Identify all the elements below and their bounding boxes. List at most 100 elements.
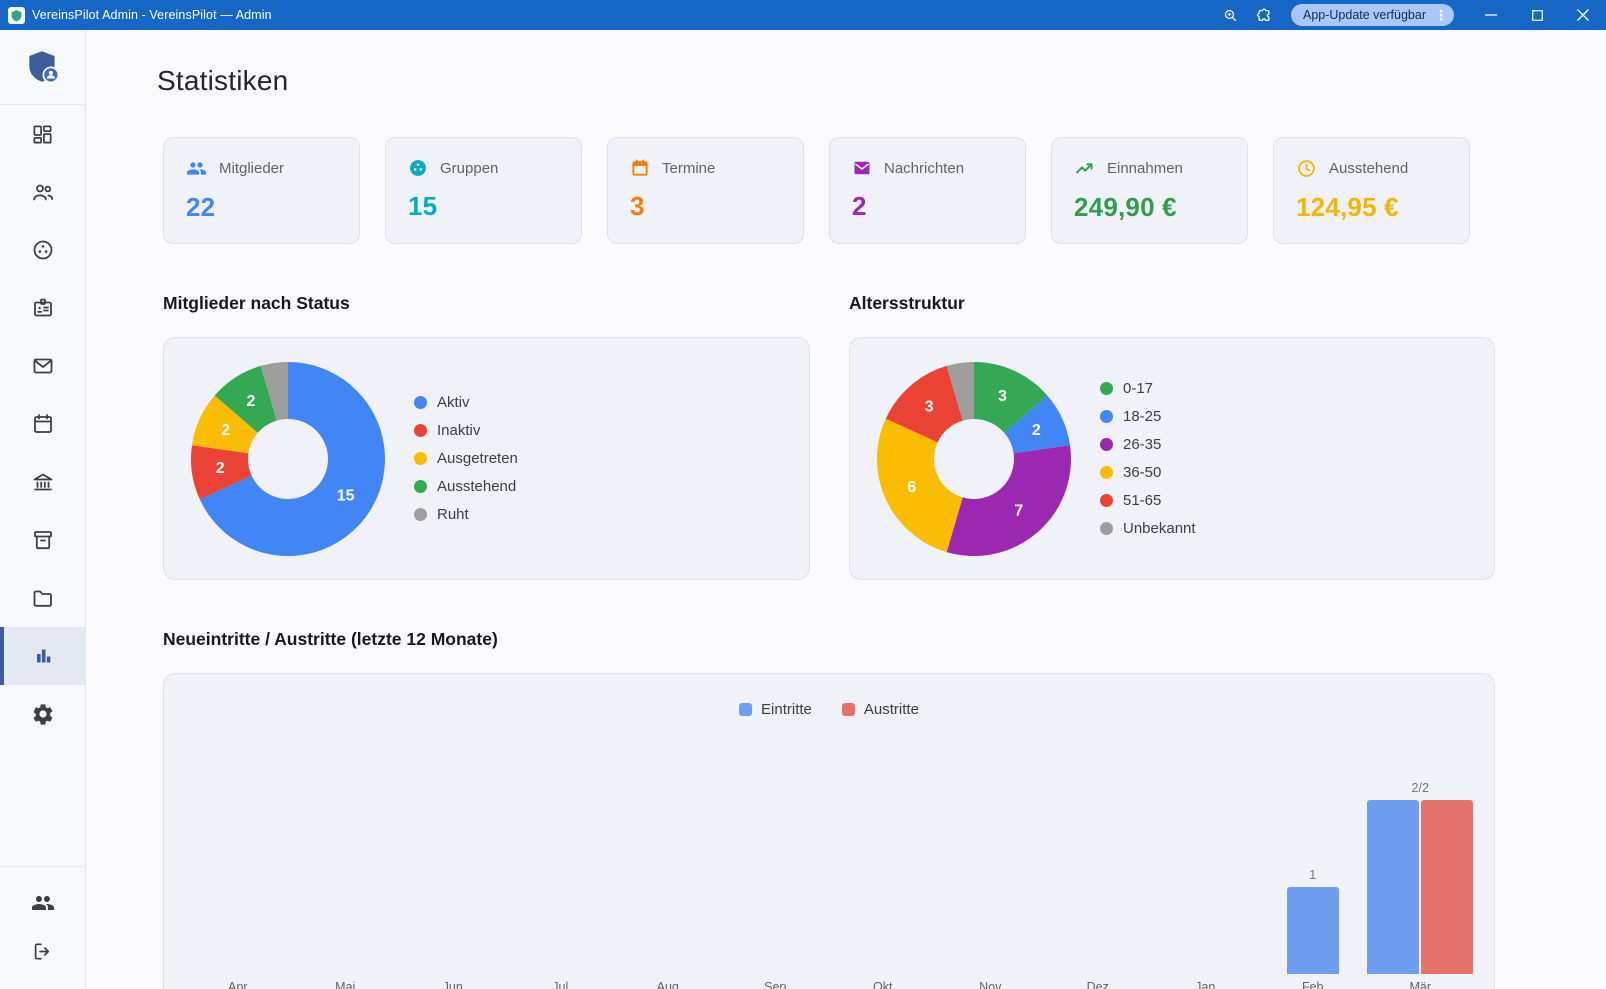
stat-card-label: Mitglieder <box>219 160 284 177</box>
finances-icon <box>31 470 55 494</box>
bar-eintritte-mär[interactable] <box>1367 800 1419 974</box>
entries-exits-chart-card: EintritteAustritte 12/2 AprMaiJunJulAugS… <box>163 673 1495 989</box>
stat-card-label: Termine <box>662 160 715 177</box>
legend-label: Ausgetreten <box>437 450 518 467</box>
legend-item-eintritte[interactable]: Eintritte <box>739 700 812 718</box>
donut-slice-26-35[interactable] <box>947 445 1071 556</box>
x-axis-label: Jul <box>507 980 615 989</box>
legend-label: Aktiv <box>437 394 470 411</box>
status-donut-chart: 15222 <box>188 359 388 559</box>
legend-item-18-25[interactable]: 18-25 <box>1100 403 1196 431</box>
stat-card-nachrichten: Nachrichten2 <box>829 137 1026 244</box>
app-icon <box>8 7 25 24</box>
bar-group-okt <box>829 720 937 974</box>
sidebar-item-settings[interactable] <box>0 685 85 743</box>
sidebar-item-finances[interactable] <box>0 453 85 511</box>
legend-item-ruht[interactable]: Ruht <box>414 501 518 529</box>
legend-label: Unbekannt <box>1123 520 1196 537</box>
zoom-icon[interactable] <box>1213 0 1247 30</box>
sidebar-item-archive[interactable] <box>0 511 85 569</box>
legend-label: 36-50 <box>1123 464 1161 481</box>
legend-item-51-65[interactable]: 51-65 <box>1100 487 1196 515</box>
legend-label: Ruht <box>437 506 469 523</box>
app-update-button[interactable]: App-Update verfügbar ⋮ <box>1291 4 1454 26</box>
bar-value-label: 1 <box>1259 868 1367 882</box>
archive-icon <box>31 528 55 552</box>
stat-card-value: 22 <box>186 192 337 223</box>
legend-dot-icon <box>414 508 427 521</box>
legend-label: 51-65 <box>1123 492 1161 509</box>
settings-icon <box>31 702 55 726</box>
close-button[interactable] <box>1560 0 1606 30</box>
sidebar-item-messages[interactable] <box>0 337 85 395</box>
status-chart-legend: Aktiv Inaktiv Ausgetreten Ausstehend Ruht <box>414 389 518 529</box>
bar-group-sep <box>722 720 830 974</box>
membership-card-icon <box>31 296 55 320</box>
sidebar-item-documents[interactable] <box>0 569 85 627</box>
donut-value-label: 15 <box>337 487 355 504</box>
x-axis-label: Aug <box>614 980 722 989</box>
clock-icon <box>1296 158 1317 179</box>
legend-item-inaktiv[interactable]: Inaktiv <box>414 417 518 445</box>
sidebar-item-calendar[interactable] <box>0 395 85 453</box>
documents-icon <box>31 586 55 610</box>
entries-exits-title: Neueintritte / Austritte (letzte 12 Mona… <box>163 629 1495 650</box>
x-axis-label: Apr <box>184 980 292 989</box>
sidebar-item-members[interactable] <box>0 163 85 221</box>
trending-up-icon <box>1074 158 1095 179</box>
legend-item-0-17[interactable]: 0-17 <box>1100 375 1196 403</box>
app-update-label: App-Update verfügbar <box>1303 8 1426 22</box>
bar-value-label: 2/2 <box>1367 781 1475 795</box>
status-chart-section: Mitglieder nach Status 15222 AktivInakti… <box>163 293 810 580</box>
sidebar-item-logout[interactable] <box>0 927 85 975</box>
legend-square-icon <box>739 703 752 716</box>
bar-group-nov <box>937 720 1045 974</box>
status-chart-card: 15222 AktivInaktivAusgetretenAusstehendR… <box>163 337 810 580</box>
legend-label: Austritte <box>864 701 919 718</box>
stat-card-gruppen: Gruppen15 <box>385 137 582 244</box>
legend-dot-icon <box>1100 466 1113 479</box>
users-icon <box>31 891 55 915</box>
legend-item-austritte[interactable]: Austritte <box>842 700 919 718</box>
extensions-icon[interactable] <box>1247 0 1281 30</box>
sidebar-item-statistics[interactable] <box>0 627 85 685</box>
sidebar-item-membership-card[interactable] <box>0 279 85 337</box>
main-content: Statistiken Mitglieder22Gruppen15Termine… <box>86 30 1606 989</box>
legend-item-ausgetreten[interactable]: Ausgetreten <box>414 445 518 473</box>
bar-group-feb: 1 <box>1259 720 1367 974</box>
bar-eintritte-feb[interactable] <box>1287 887 1339 974</box>
legend-dot-icon <box>1100 410 1113 423</box>
legend-dot-icon <box>1100 382 1113 395</box>
legend-label: Eintritte <box>761 701 812 718</box>
donut-value-label: 2 <box>247 392 256 409</box>
messages-icon <box>31 354 55 378</box>
sidebar <box>0 30 86 989</box>
legend-item-aktiv[interactable]: Aktiv <box>414 389 518 417</box>
legend-dot-icon <box>414 480 427 493</box>
legend-item-36-50[interactable]: 36-50 <box>1100 459 1196 487</box>
bar-chart-plot: 1 2/2 <box>184 720 1474 974</box>
donut-value-label: 3 <box>998 388 1007 405</box>
legend-dot-icon <box>414 452 427 465</box>
minimize-button[interactable] <box>1468 0 1514 30</box>
x-axis-label: Okt <box>829 980 937 989</box>
stat-card-label: Gruppen <box>440 160 498 177</box>
sidebar-item-groups[interactable] <box>0 221 85 279</box>
sidebar-item-users[interactable] <box>0 879 85 927</box>
age-chart-section: Altersstruktur 32763 0-1718-2526-3536-50… <box>849 293 1495 580</box>
stat-card-value: 249,90 € <box>1074 192 1225 223</box>
legend-dot-icon <box>414 396 427 409</box>
legend-item-ausstehend[interactable]: Ausstehend <box>414 473 518 501</box>
bar-group-dez <box>1044 720 1152 974</box>
donut-slice-36-50[interactable] <box>877 418 963 551</box>
legend-item-26-35[interactable]: 26-35 <box>1100 431 1196 459</box>
x-axis-label: Nov <box>937 980 1045 989</box>
sidebar-item-dashboard[interactable] <box>0 105 85 163</box>
legend-item-unbekannt[interactable]: Unbekannt <box>1100 515 1196 543</box>
donut-value-label: 6 <box>907 478 916 495</box>
update-menu-dots-icon: ⋮ <box>1434 7 1448 24</box>
x-axis-label: Feb <box>1259 980 1367 989</box>
bar-austritte-mär[interactable] <box>1421 800 1473 974</box>
stat-card-value: 124,95 € <box>1296 192 1447 223</box>
maximize-button[interactable] <box>1514 0 1560 30</box>
